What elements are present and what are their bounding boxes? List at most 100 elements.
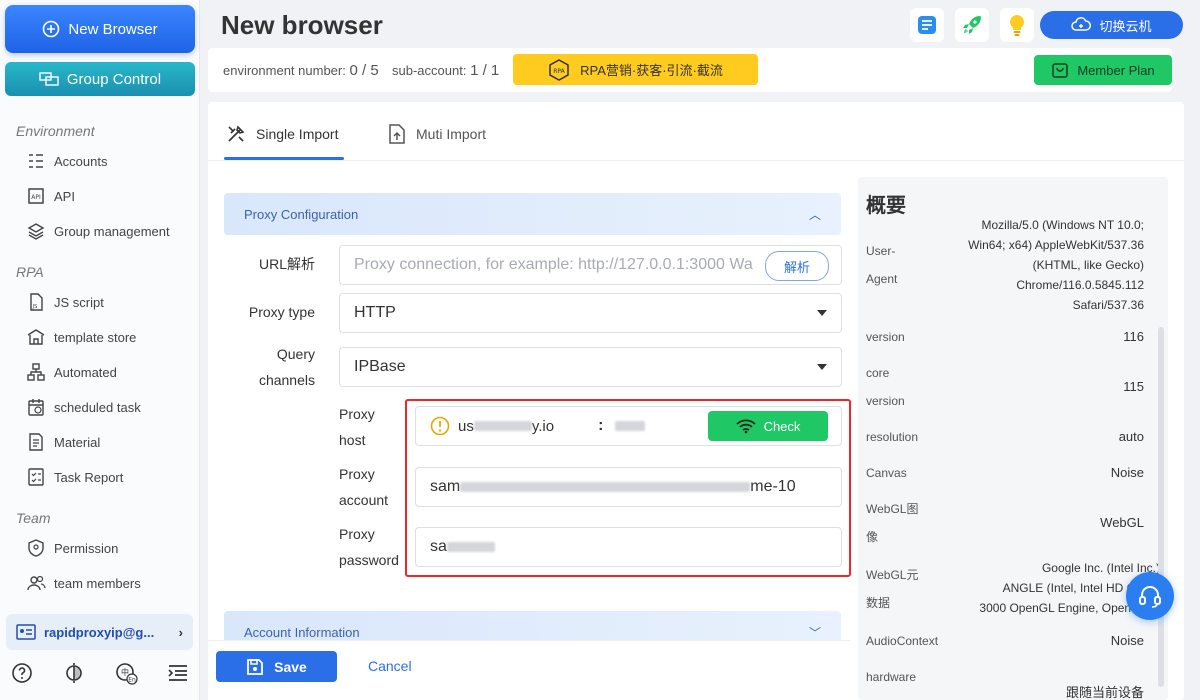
new-browser-label: New Browser bbox=[68, 20, 158, 38]
webgl-meta-key-line1: WebGL元 bbox=[866, 568, 919, 582]
proxy-host-value-prefix: us bbox=[458, 417, 474, 435]
info-bar: environment number: 0 / 5 sub-account: 1… bbox=[208, 48, 1172, 92]
caret-down-icon bbox=[817, 364, 827, 370]
proxy-port-separator: : bbox=[598, 417, 604, 434]
overview-scrollbar[interactable] bbox=[1158, 327, 1164, 687]
sidebar-item-task-report[interactable]: Task Report bbox=[26, 465, 123, 489]
sidebar-item-js-script[interactable]: JS JS script bbox=[26, 290, 104, 314]
notes-icon bbox=[918, 16, 936, 34]
ua-line: (KHTML, like Gecko) bbox=[1032, 258, 1144, 272]
section-title-team: Team bbox=[16, 510, 51, 526]
language-icon[interactable]: 中En bbox=[114, 661, 138, 685]
svg-text:JS: JS bbox=[32, 304, 38, 310]
plus-circle-icon bbox=[43, 20, 60, 38]
tab-multi-import-label: Muti Import bbox=[416, 126, 487, 142]
sidebar-item-material[interactable]: Material bbox=[26, 430, 100, 454]
theme-icon[interactable] bbox=[62, 661, 86, 685]
proxy-config-title: Proxy Configuration bbox=[244, 206, 359, 222]
query-channels-select[interactable]: IPBase bbox=[339, 347, 842, 387]
warning-icon bbox=[430, 416, 450, 436]
proxy-host-redacted bbox=[473, 421, 532, 431]
proxy-account-label-line1: Proxy bbox=[339, 466, 375, 482]
query-channels-value: IPBase bbox=[354, 358, 406, 375]
proxy-config-header[interactable]: Proxy Configuration ︿ bbox=[224, 193, 841, 235]
ua-line: Safari/537.36 bbox=[1072, 298, 1144, 312]
sub-account: sub-account: 1 / 1 bbox=[392, 62, 499, 79]
user-account-box[interactable]: rapidproxyip@g... › bbox=[6, 614, 193, 650]
ua-key-line2: Agent bbox=[866, 272, 898, 286]
sidebar-item-label: Task Report bbox=[54, 469, 124, 485]
windows-icon bbox=[39, 72, 59, 86]
webgl-image-key-line1: WebGL图 bbox=[866, 502, 919, 516]
layers-icon bbox=[27, 223, 45, 240]
core-version-value: 115 bbox=[1123, 379, 1144, 394]
hierarchy-icon bbox=[27, 363, 45, 381]
proxy-host-input[interactable]: us y.io : Check bbox=[415, 406, 842, 446]
env-number-value: 0 / 5 bbox=[349, 62, 379, 79]
version-key: version bbox=[866, 330, 905, 344]
member-plan-label: Member Plan bbox=[1077, 62, 1155, 78]
sidebar-item-accounts[interactable]: Accounts bbox=[26, 149, 107, 173]
member-plan-button[interactable]: Member Plan bbox=[1034, 55, 1172, 85]
proxy-type-select[interactable]: HTTP bbox=[339, 293, 842, 333]
env-number: environment number: 0 / 5 bbox=[223, 62, 379, 79]
proxy-password-label-line2: password bbox=[339, 552, 399, 568]
rocket-button[interactable] bbox=[955, 8, 989, 42]
users-icon bbox=[27, 575, 46, 591]
help-icon[interactable] bbox=[10, 661, 34, 685]
proxy-account-redacted bbox=[460, 482, 751, 492]
proxy-type-label: Proxy type bbox=[248, 304, 315, 320]
page-title: New browser bbox=[221, 10, 383, 40]
core-version-key-line2: version bbox=[866, 394, 905, 408]
tab-single-import[interactable]: Single Import bbox=[226, 124, 338, 144]
lightbulb-icon bbox=[1010, 15, 1024, 36]
new-browser-button[interactable]: New Browser bbox=[5, 5, 195, 53]
sidebar-item-label: Group management bbox=[54, 223, 170, 239]
audio-context-key: AudioContext bbox=[866, 634, 939, 648]
cloud-icon bbox=[1071, 17, 1092, 31]
sidebar-item-automated[interactable]: Automated bbox=[26, 360, 117, 384]
rpa-marketing-label: RPA营销·获客·引流·截流 bbox=[580, 63, 723, 78]
webgl-image-key-line2: 像 bbox=[866, 530, 879, 544]
tab-multi-import[interactable]: Muti Import bbox=[388, 124, 486, 144]
sidebar-item-scheduled-task[interactable]: scheduled task bbox=[26, 395, 141, 419]
sidebar-item-group-management[interactable]: Group management bbox=[26, 219, 170, 243]
sidebar: New Browser Group Control Environment Ac… bbox=[0, 0, 200, 700]
customer-support-button[interactable] bbox=[1126, 572, 1174, 620]
ua-line: Mozilla/5.0 (Windows NT 10.0; bbox=[981, 218, 1144, 232]
webgl-meta-line: Google Inc. (Intel Inc.) bbox=[1041, 561, 1160, 575]
resolution-value: auto bbox=[1118, 429, 1144, 444]
switch-cloud-button[interactable]: 切换云机 bbox=[1040, 11, 1183, 39]
save-button[interactable]: Save bbox=[216, 651, 337, 682]
url-parse-input[interactable]: Proxy connection, for example: http://12… bbox=[339, 245, 842, 285]
proxy-host-label-line1: Proxy bbox=[339, 406, 375, 422]
cancel-button[interactable]: Cancel bbox=[368, 658, 412, 674]
chevron-right-icon: › bbox=[178, 624, 183, 640]
sidebar-item-template-store[interactable]: template store bbox=[26, 325, 136, 349]
chevron-up-icon: ︿ bbox=[808, 207, 821, 222]
hardware-key: hardware bbox=[866, 670, 917, 684]
group-control-button[interactable]: Group Control bbox=[5, 62, 195, 96]
proxy-account-input[interactable]: sam me-10 bbox=[415, 467, 842, 507]
proxy-host-label-line2: host bbox=[339, 432, 366, 448]
account-info-title: Account Information bbox=[244, 624, 360, 640]
notes-button[interactable] bbox=[910, 8, 944, 42]
check-proxy-button[interactable]: Check bbox=[708, 411, 828, 441]
proxy-password-input[interactable]: sa bbox=[415, 527, 842, 567]
webgl-image-value: WebGL bbox=[1100, 515, 1144, 530]
tab-single-import-label: Single Import bbox=[256, 126, 339, 142]
sidebar-item-label: Permission bbox=[54, 540, 119, 556]
svg-text:RPA: RPA bbox=[553, 68, 565, 75]
proxy-type-value: HTTP bbox=[354, 304, 396, 321]
parse-button[interactable]: 解析 bbox=[765, 251, 829, 281]
sidebar-item-permission[interactable]: Permission bbox=[26, 536, 118, 560]
svg-text:API: API bbox=[31, 194, 41, 201]
core-version-key-line1: core bbox=[866, 366, 890, 380]
menu-collapse-icon[interactable] bbox=[166, 661, 190, 685]
proxy-account-value-suffix: me-10 bbox=[750, 478, 796, 495]
tips-button[interactable] bbox=[1000, 8, 1034, 42]
rpa-marketing-button[interactable]: RPA RPA营销·获客·引流·截流 bbox=[513, 54, 758, 85]
sidebar-item-team-members[interactable]: team members bbox=[26, 571, 141, 595]
sidebar-item-api[interactable]: API API bbox=[26, 184, 75, 208]
sidebar-item-label: template store bbox=[54, 329, 137, 345]
